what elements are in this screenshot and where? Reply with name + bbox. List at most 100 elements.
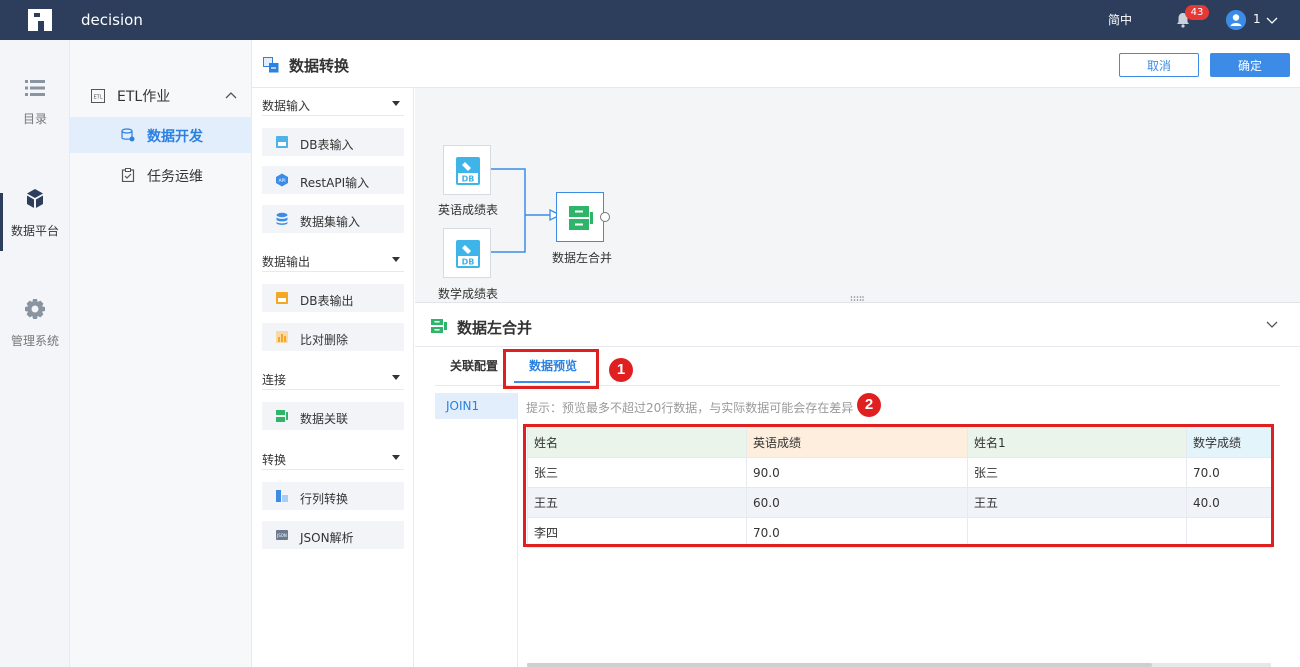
etl-icon: ETL [91,89,105,103]
logo-icon [28,9,52,31]
flow-node-left-merge[interactable] [556,192,604,242]
secondary-nav: ETL ETL作业 数据开发 任务运维 [70,40,252,667]
nav-item-label: 数据开发 [147,129,203,145]
palette-item-data-join[interactable]: 数据关联 [262,402,404,430]
rail-label: 数据平台 [10,224,59,238]
palette-section-label: 数据输出 [262,255,311,269]
palette-section-label: 转换 [262,453,287,467]
nav-item-label: 任务运维 [147,169,203,185]
flow-node-math[interactable]: DB [443,228,491,278]
chevron-up-icon[interactable] [225,91,237,99]
svg-text:JSON: JSON [276,533,287,538]
rail-item-catalog[interactable]: 目录 [0,78,70,168]
nav-item-task-ops[interactable]: 任务运维 [70,157,252,193]
join-icon [569,206,593,230]
confirm-button[interactable]: 确定 [1210,53,1290,77]
nav-group-etl[interactable]: ETL ETL作业 [70,82,252,110]
component-palette: 数据输入 DB表输入 API RestAPI输入 数据集输入 数据输出 DB表输… [252,88,414,667]
output-port-icon[interactable] [599,211,611,223]
palette-item-db-output[interactable]: DB表输出 [262,284,404,312]
rail-label: 目录 [22,112,47,126]
list-icon [25,80,45,96]
horizontal-scrollbar[interactable] [527,663,1271,667]
db-input-icon [276,136,288,148]
annotation-box-table [523,424,1274,547]
caret-down-icon [392,101,400,106]
palette-item-restapi-input[interactable]: API RestAPI输入 [262,166,404,194]
palette-section-label: 数据输入 [262,99,311,113]
chevron-down-icon[interactable] [1265,319,1279,329]
db-table-icon: DB [456,240,480,268]
palette-item-label: 比对删除 [300,333,349,347]
join-list: JOIN1 [435,393,517,667]
left-rail: 目录 数据平台 管理系统 [0,40,70,667]
cancel-button[interactable]: 取消 [1119,53,1199,77]
join-icon [276,410,288,422]
app-title: decision [81,11,143,29]
caret-down-icon [392,257,400,262]
json-icon: JSON [276,530,288,540]
rail-item-data-platform[interactable]: 数据平台 [0,188,70,278]
language-switch[interactable]: 简中 [1108,11,1132,28]
top-bar: decision 简中 43 1 [0,0,1300,40]
palette-item-json-parse[interactable]: JSON JSON解析 [262,521,404,549]
avatar[interactable] [1226,10,1246,30]
db-table-icon: DB [456,157,480,185]
node-config-panel: 数据左合并 关联配置 数据预览 1 JOIN1 提示：预览最多不超过20行数据，… [415,303,1300,667]
palette-item-label: 行列转换 [300,492,349,506]
divider [517,393,518,667]
nav-item-data-dev[interactable]: 数据开发 [70,117,252,153]
palette-item-label: DB表输入 [300,138,354,152]
flow-node-label: 英语成绩表 [438,203,499,217]
svg-text:ETL: ETL [94,95,103,101]
palette-section-join[interactable]: 连接 [262,364,404,390]
rail-item-admin[interactable]: 管理系统 [0,298,70,388]
join-list-item[interactable]: JOIN1 [435,393,517,419]
user-name[interactable]: 1 [1253,12,1261,26]
palette-section-transform[interactable]: 转换 [262,444,404,470]
palette-item-db-input[interactable]: DB表输入 [262,128,404,156]
pivot-icon [276,490,288,502]
notification-badge: 43 [1185,5,1209,20]
panel-title: 数据左合并 [457,319,533,337]
cube-icon [27,189,43,208]
flow-node-label: 数学成绩表 [438,287,499,301]
gear-icon [25,299,45,319]
join-icon [431,319,447,333]
palette-section-output[interactable]: 数据输出 [262,246,404,272]
divider [415,346,1300,347]
svg-text:API: API [278,178,285,184]
palette-item-dataset-input[interactable]: 数据集输入 [262,205,404,233]
chevron-down-icon[interactable] [1265,14,1279,26]
palette-section-input[interactable]: 数据输入 [262,90,404,116]
palette-item-label: RestAPI输入 [300,176,370,190]
dataset-icon [276,212,288,225]
svg-text:DB: DB [462,258,475,267]
palette-section-label: 连接 [262,373,287,387]
flow-canvas[interactable]: DB 英语成绩表 DB 数学成绩表 数据左合并 [415,88,1300,303]
scrollbar-thumb[interactable] [527,663,1152,667]
preview-hint: 提示：预览最多不超过20行数据，与实际数据可能会存在差异 [526,401,854,415]
palette-item-compare-delete[interactable]: 比对删除 [262,323,404,351]
palette-item-pivot[interactable]: 行列转换 [262,482,404,510]
flow-node-english[interactable]: DB [443,145,491,195]
tab-join-config[interactable]: 关联配置 [450,357,498,374]
annotation-marker-1: 1 [609,358,633,382]
rail-label: 管理系统 [10,334,59,348]
db-output-icon [276,292,288,304]
nav-group-label: ETL作业 [117,89,171,105]
annotation-box-tab [503,349,599,389]
main-header: 数据转换 取消 确定 [252,40,1300,88]
svg-text:DB: DB [462,175,475,184]
resize-handle-icon[interactable] [850,296,864,301]
caret-down-icon [392,375,400,380]
annotation-marker-2: 2 [857,393,881,417]
database-icon [121,128,135,142]
palette-item-label: DB表输出 [300,294,354,308]
palette-item-label: 数据集输入 [300,215,361,229]
page-title: 数据转换 [289,57,350,75]
api-icon: API [276,173,288,187]
transform-icon [263,57,279,73]
flow-node-label: 数据左合并 [552,251,613,265]
palette-item-label: 数据关联 [300,412,349,426]
